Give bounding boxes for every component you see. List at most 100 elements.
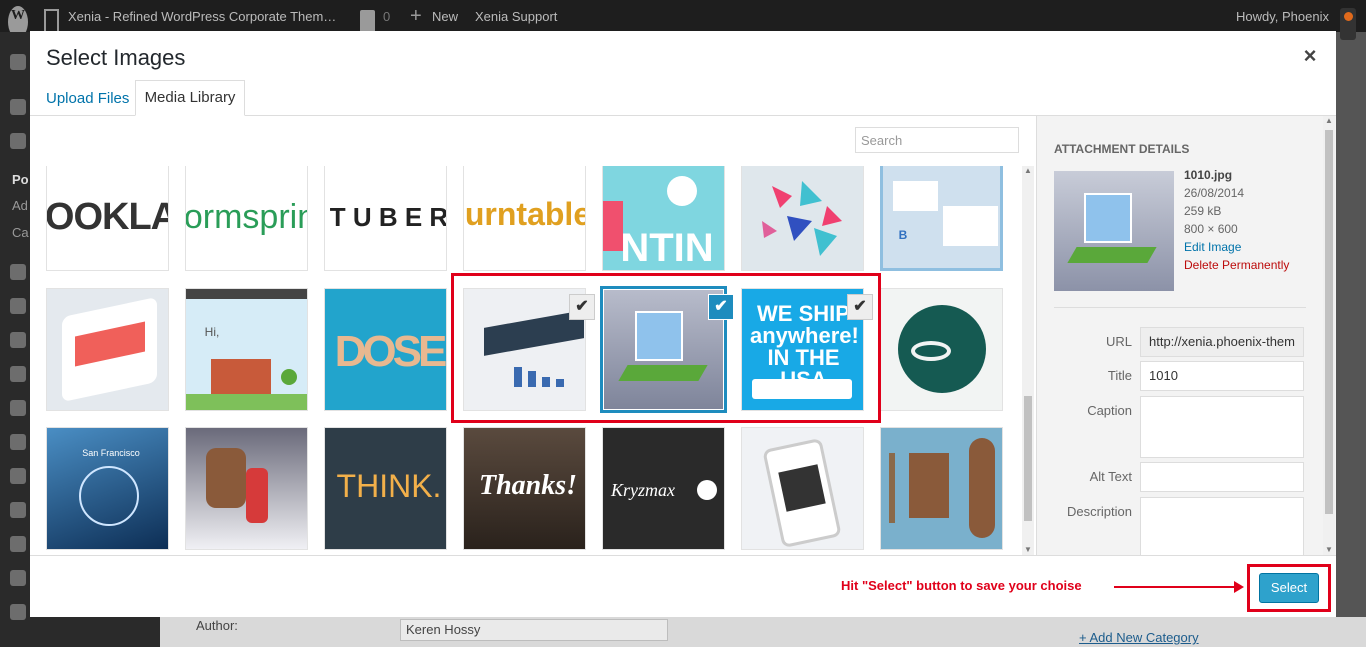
comment-count[interactable]: 0	[383, 0, 390, 32]
details-scrollbar[interactable]: ▲ ▼	[1323, 116, 1335, 555]
media-modal: Select Images × Upload Files Media Libra…	[30, 31, 1336, 617]
support-link[interactable]: Xenia Support	[475, 0, 557, 32]
details-date: 26/08/2014	[1184, 186, 1245, 200]
thumbnail-text: ormsprin	[185, 198, 308, 236]
attachment-skateboard[interactable]	[880, 427, 1003, 550]
pin-icon[interactable]	[10, 99, 26, 115]
details-filename: 1010.jpg	[1184, 168, 1233, 182]
ground-shape	[1067, 247, 1157, 263]
details-dimensions: 800 × 600	[1184, 222, 1238, 236]
comments-icon[interactable]	[10, 434, 26, 450]
details-divider	[1054, 307, 1306, 308]
attachment-triangles[interactable]	[741, 166, 864, 271]
annotation-arrow	[1114, 586, 1234, 588]
attachment-kryzmax[interactable]: Kryzmax	[602, 427, 725, 550]
grass-shape	[186, 394, 307, 410]
caption-field[interactable]	[1140, 396, 1304, 458]
attachment-formspring[interactable]: ormsprin	[185, 166, 308, 271]
attachment-turntable[interactable]: urntable	[463, 166, 586, 271]
card-shape	[893, 181, 938, 211]
new-content-link[interactable]: New	[432, 0, 458, 32]
attachment-bencil[interactable]: B	[880, 166, 1003, 271]
site-name-link[interactable]: Xenia - Refined WordPress Corporate Them…	[68, 0, 336, 32]
appearance-icon[interactable]	[10, 502, 26, 518]
users-icon[interactable]	[10, 264, 26, 280]
phone-screen	[778, 464, 826, 512]
pin-icon[interactable]	[10, 468, 26, 484]
menu-item-add[interactable]: Ad	[12, 198, 28, 213]
notebook-shape	[909, 453, 949, 518]
delete-permanently-link[interactable]: Delete Permanently	[1184, 258, 1289, 272]
building-shape	[1084, 193, 1132, 243]
attachment-valentine[interactable]: NTIN	[602, 166, 725, 271]
details-thumbnail	[1054, 171, 1174, 291]
attachment-weather-app[interactable]: San Francisco	[46, 427, 169, 550]
plugin-icon[interactable]	[10, 366, 26, 382]
thumbnail-text: DOSE	[334, 327, 446, 376]
user-greeting[interactable]: Howdy, Phoenix	[1236, 0, 1329, 32]
attachment-reindeer[interactable]	[185, 427, 308, 550]
close-icon[interactable]: ×	[1297, 43, 1323, 69]
details-heading: Attachment Details	[1054, 142, 1190, 156]
search-input[interactable]: Search	[855, 127, 1019, 153]
scroll-thumb[interactable]	[1325, 130, 1333, 514]
attachment-thanks[interactable]: Thanks!	[463, 427, 586, 550]
arrow-right-icon	[1234, 581, 1244, 593]
avatar[interactable]	[1340, 8, 1356, 40]
tab-media-library[interactable]: Media Library	[135, 80, 245, 116]
folder-icon[interactable]	[10, 133, 26, 149]
settings-icon[interactable]	[10, 604, 26, 620]
menu-item-posts[interactable]: Po	[12, 172, 29, 187]
url-field[interactable]: http://xenia.phoenix-them	[1140, 327, 1304, 357]
attachment-tuber[interactable]: T U B E R	[324, 166, 447, 271]
attachment-details-panel: Attachment Details 1010.jpg 26/08/2014 2…	[1036, 116, 1336, 555]
scroll-up-icon[interactable]: ▲	[1022, 166, 1034, 176]
k-logo	[697, 480, 717, 500]
skateboard-shape	[969, 438, 995, 538]
scroll-down-icon[interactable]: ▼	[1022, 545, 1034, 555]
details-size: 259 kB	[1184, 204, 1222, 218]
thumbnail-text: urntable	[464, 196, 586, 232]
description-field[interactable]	[1140, 497, 1304, 555]
edit-image-link[interactable]: Edit Image	[1184, 240, 1241, 254]
megaphone-icon[interactable]	[10, 332, 26, 348]
scroll-up-icon[interactable]: ▲	[1323, 116, 1335, 126]
author-field[interactable]: Keren Hossy	[400, 619, 668, 641]
attachment-phone-app[interactable]	[46, 288, 169, 411]
ribbon-shape	[603, 201, 623, 251]
circle-icon[interactable]	[10, 298, 26, 314]
weather-dial	[79, 466, 139, 526]
attachment-phone-hand[interactable]	[741, 427, 864, 550]
tab-upload-files[interactable]: Upload Files	[46, 90, 129, 107]
wrench-icon[interactable]	[10, 570, 26, 586]
plus-icon[interactable]: +	[410, 0, 422, 32]
menu-item-categories[interactable]: Ca	[12, 225, 29, 240]
scroll-thumb[interactable]	[1024, 396, 1032, 521]
attachment-house-site[interactable]: Hi,	[185, 288, 308, 411]
add-category-link[interactable]: + Add New Category	[1079, 630, 1199, 645]
admin-bar: W Xenia - Refined WordPress Corporate Th…	[0, 0, 1366, 42]
modal-title: Select Images	[46, 45, 186, 70]
scroll-down-icon[interactable]: ▼	[1323, 545, 1335, 555]
wave-curve	[911, 341, 951, 361]
pencil-shape	[889, 453, 895, 523]
triangles-graphic	[762, 181, 842, 256]
thumbnail-text: San Francisco	[82, 448, 140, 458]
grid-scrollbar[interactable]: ▲ ▼	[1022, 166, 1034, 555]
thumbnail-text: T U B E R	[329, 202, 447, 232]
house-shape	[211, 359, 271, 394]
browser-bar	[186, 289, 307, 299]
user-icon[interactable]	[10, 536, 26, 552]
attachment-think[interactable]: THINK.	[324, 427, 447, 550]
author-label: Author:	[196, 618, 238, 633]
attachment-dose[interactable]: DOSE	[324, 288, 447, 411]
attachment-ookla[interactable]: OOKLA	[46, 166, 169, 271]
dashboard-icon[interactable]	[10, 54, 26, 70]
alt-text-field[interactable]	[1140, 462, 1304, 492]
annotation-button-box	[1247, 564, 1331, 612]
pages-icon[interactable]	[10, 400, 26, 416]
attachment-wave-logo[interactable]	[880, 288, 1003, 411]
title-field[interactable]: 1010	[1140, 361, 1304, 391]
person-shape	[246, 468, 268, 523]
thumbnail-text: Hi,	[204, 325, 220, 339]
